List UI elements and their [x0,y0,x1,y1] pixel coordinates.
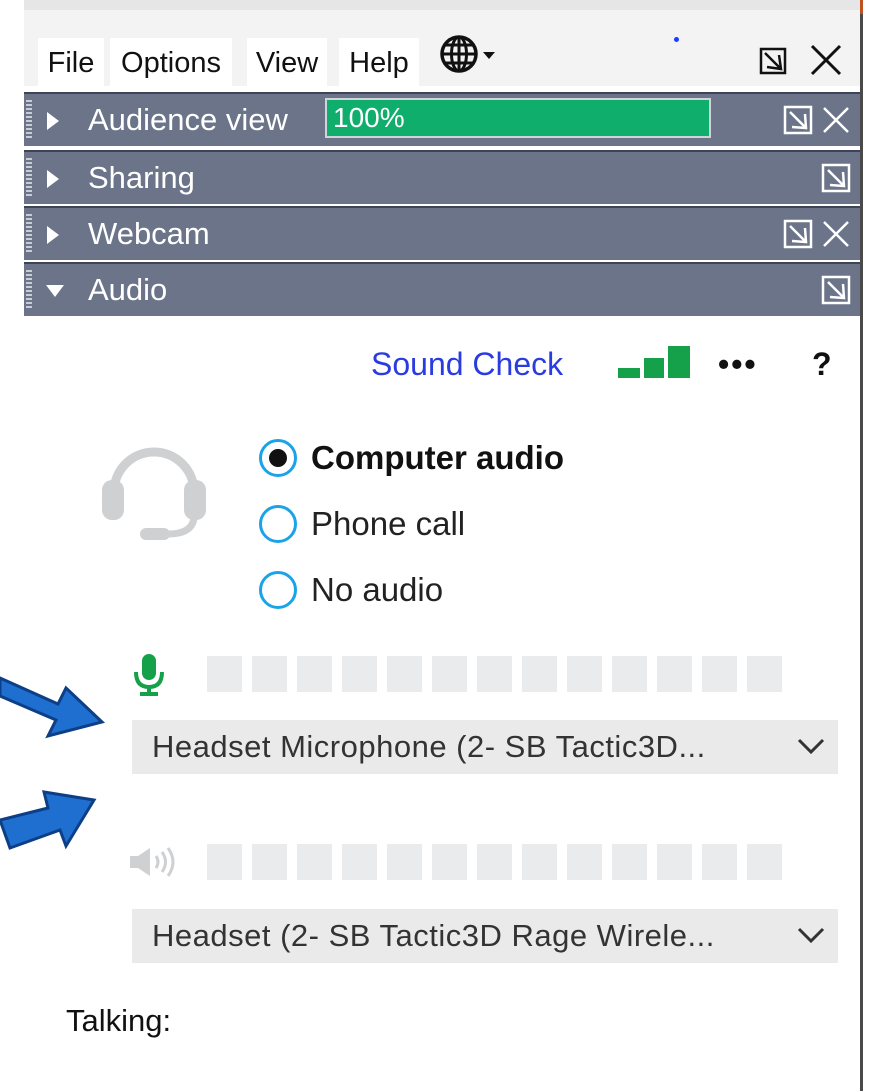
meter-segment [522,844,557,880]
annotation-arrow-icon [0,790,97,850]
meter-segment [432,656,467,692]
meter-segment [522,656,557,692]
radio-label: No audio [311,571,444,608]
radio-no-audio[interactable]: No audio [259,571,443,609]
restore-icon[interactable] [782,218,814,250]
menu-file[interactable]: File [38,38,104,88]
meter-segment [207,844,242,880]
annotation-arrow-icon [0,676,106,739]
meter-segment [387,656,422,692]
meter-segment [567,656,602,692]
menu-options[interactable]: Options [110,38,232,88]
menubar: File Options View Help [24,10,860,88]
chevron-down-icon [797,927,825,944]
speaker-device-dropdown[interactable]: Headset (2- SB Tactic3D Rage Wirele... [132,909,838,963]
speaker-icon [128,844,188,885]
help-button[interactable]: ? [812,346,832,383]
more-options-button[interactable]: ••• [718,346,758,383]
radio-button[interactable] [259,571,297,609]
window-top-edge [24,0,860,10]
sound-check-link[interactable]: Sound Check [371,346,563,383]
microphone-icon [131,652,167,701]
drag-grip[interactable] [26,158,32,198]
radio-button[interactable] [259,439,297,477]
microphone-device-dropdown[interactable]: Headset Microphone (2- SB Tactic3D... [132,720,838,774]
panel-header-webcam[interactable]: Webcam [24,206,860,260]
meter-segment [477,844,512,880]
radio-computer-audio[interactable]: Computer audio [259,439,564,477]
audience-view-progress-bar: 100% [325,98,711,138]
panel-title: Sharing [88,160,195,195]
expand-triangle-icon [47,170,59,188]
signal-bars-icon [618,346,690,378]
drag-grip[interactable] [26,100,32,140]
language-menu-button[interactable] [437,32,509,81]
collapse-triangle-icon [46,285,64,297]
close-icon[interactable] [820,218,852,250]
speaker-level-meter [207,844,782,880]
meter-segment [207,656,242,692]
close-icon [810,44,842,76]
panel-title: Audio [88,272,168,307]
progress-text: 100% [333,102,405,133]
drag-grip[interactable] [26,270,32,310]
panel-header-sharing[interactable]: Sharing [24,150,860,204]
menu-help[interactable]: Help [339,38,419,88]
meter-segment [477,656,512,692]
panel-title: Webcam [88,216,210,251]
restore-icon[interactable] [820,162,852,194]
menu-view[interactable]: View [247,38,327,88]
meter-segment [342,656,377,692]
background-left [0,0,24,1091]
restore-icon[interactable] [782,104,814,136]
microphone-level-meter [207,656,782,692]
dropdown-value: Headset Microphone (2- SB Tactic3D... [152,729,706,764]
meter-segment [342,844,377,880]
panel-title: Audience view [88,102,288,137]
panel-header-audio[interactable]: Audio [24,262,860,316]
meter-segment [702,656,737,692]
meter-segment [747,656,782,692]
radio-button[interactable] [259,505,297,543]
drag-grip[interactable] [26,214,32,254]
meter-segment [252,844,287,880]
chevron-down-icon [483,52,495,59]
radio-phone-call[interactable]: Phone call [259,505,465,543]
chevron-down-icon [797,738,825,755]
restore-button[interactable] [758,46,788,81]
restore-icon [759,47,787,75]
meter-segment [387,844,422,880]
meter-segment [612,844,647,880]
dropdown-value: Headset (2- SB Tactic3D Rage Wirele... [152,918,715,953]
meter-segment [612,656,647,692]
window-corner-accent [860,0,863,14]
talking-label: Talking: [66,1003,172,1038]
close-button[interactable] [808,42,844,83]
connection-strength-indicator [618,346,692,385]
meter-segment [567,844,602,880]
restore-icon[interactable] [820,274,852,306]
meter-segment [702,844,737,880]
meter-segment [657,844,692,880]
close-icon[interactable] [820,104,852,136]
meter-segment [297,844,332,880]
meter-segment [252,656,287,692]
expand-triangle-icon [47,226,59,244]
meter-segment [432,844,467,880]
meter-segment [297,656,332,692]
meter-segment [747,844,782,880]
globe-icon [440,35,495,73]
status-dot [674,37,679,42]
headset-icon [96,430,212,547]
expand-triangle-icon [47,112,59,130]
meter-segment [657,656,692,692]
radio-label: Phone call [311,505,466,542]
radio-label: Computer audio [311,439,564,476]
